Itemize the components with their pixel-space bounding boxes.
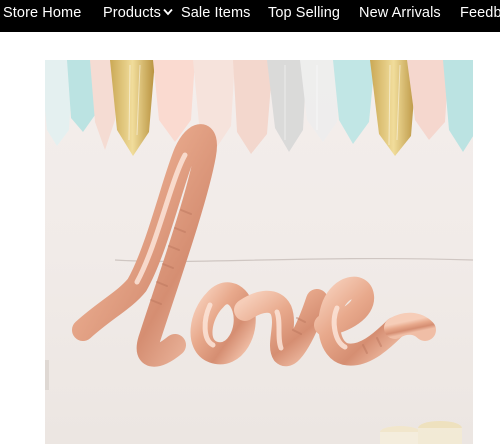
nav-link-sale-items[interactable]: Sale Items: [181, 0, 251, 32]
nav-link-products[interactable]: Products: [103, 0, 173, 32]
product-image[interactable]: [45, 60, 473, 444]
nav-link-feedback[interactable]: Feedb: [460, 0, 500, 32]
top-navigation-bar: Store Home Products Sale Items Top Selli…: [0, 0, 500, 32]
nav-link-new-arrivals[interactable]: New Arrivals: [359, 0, 441, 32]
nav-link-top-selling[interactable]: Top Selling: [268, 0, 340, 32]
nav-link-products-label: Products: [103, 5, 162, 21]
love-balloon-photo: [45, 60, 473, 444]
chevron-down-icon[interactable]: [163, 0, 173, 25]
nav-link-store-home[interactable]: Store Home: [3, 0, 81, 32]
